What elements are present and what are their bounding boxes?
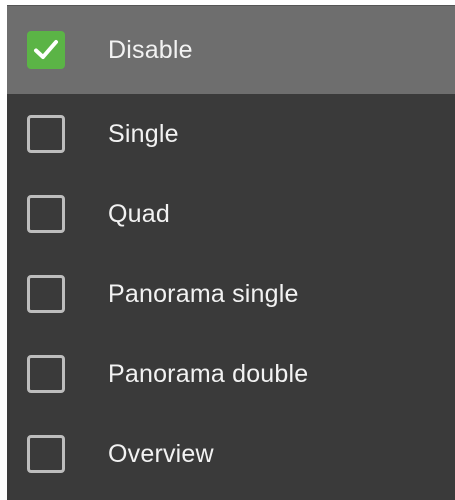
view-mode-menu: Disable Single Quad Panorama single Pano…	[7, 5, 455, 500]
menu-item-overview[interactable]: Overview	[7, 414, 455, 494]
menu-item-label: Overview	[108, 439, 214, 468]
checkbox-unchecked[interactable]	[27, 435, 65, 473]
checkbox-unchecked[interactable]	[27, 275, 65, 313]
menu-item-single[interactable]: Single	[7, 94, 455, 174]
menu-item-label: Panorama single	[108, 279, 299, 308]
menu-item-label: Quad	[108, 199, 170, 228]
checkbox-unchecked[interactable]	[27, 115, 65, 153]
checkbox-unchecked[interactable]	[27, 195, 65, 233]
checkbox-unchecked[interactable]	[27, 355, 65, 393]
checkbox-checked[interactable]	[27, 31, 65, 69]
menu-item-panorama-double[interactable]: Panorama double	[7, 334, 455, 414]
menu-item-disable[interactable]: Disable	[7, 6, 455, 94]
menu-item-quad[interactable]: Quad	[7, 174, 455, 254]
menu-item-label: Single	[108, 119, 179, 148]
menu-item-label: Disable	[108, 35, 193, 64]
checkmark-icon	[34, 40, 58, 59]
menu-item-label: Panorama double	[108, 359, 309, 388]
menu-item-panorama-single[interactable]: Panorama single	[7, 254, 455, 334]
